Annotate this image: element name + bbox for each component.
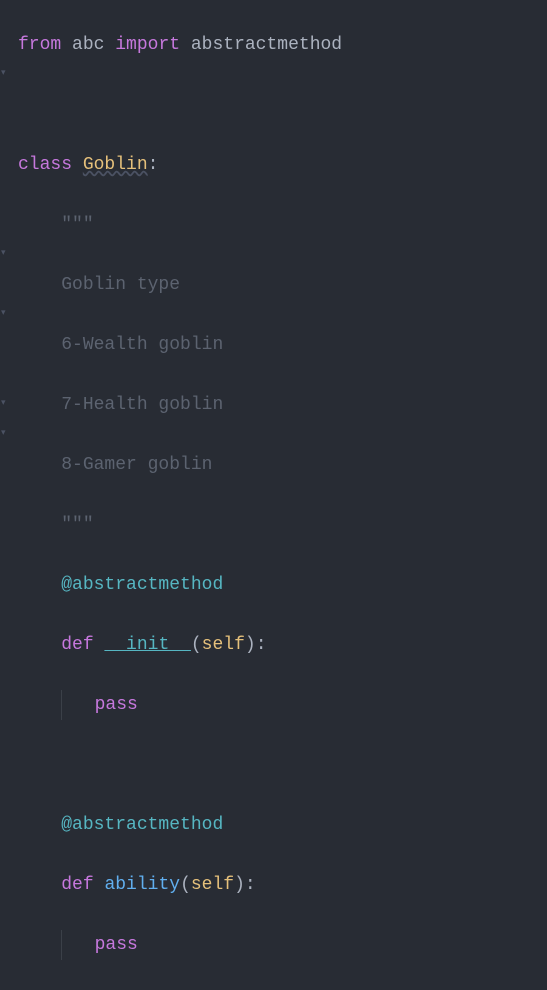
colon: : — [256, 635, 267, 655]
code-line: def __init__(self): — [18, 630, 547, 660]
keyword-def: def — [61, 875, 93, 895]
code-line: from abc import abstractmethod — [18, 30, 547, 60]
docstring-quote: """ — [61, 215, 93, 235]
docstring-text: Goblin type — [61, 275, 180, 295]
code-line — [18, 90, 547, 120]
colon: : — [148, 155, 159, 175]
colon: : — [245, 875, 256, 895]
paren: ) — [245, 635, 256, 655]
code-line: @abstractmethod — [18, 570, 547, 600]
gutter: ▾ ▾ ▾ ▾ ▾ — [0, 0, 10, 500]
docstring-text: 8-Gamer goblin — [61, 455, 212, 475]
paren: ( — [180, 875, 191, 895]
fold-marker-icon[interactable]: ▾ — [1, 429, 9, 437]
code-line — [18, 750, 547, 780]
keyword-import: import — [115, 35, 180, 55]
code-line: def ability(self): — [18, 870, 547, 900]
param-self: self — [202, 635, 245, 655]
keyword-def: def — [61, 635, 93, 655]
code-line: pass — [18, 930, 547, 960]
docstring-text: 6-Wealth goblin — [61, 335, 223, 355]
module-name: abc — [72, 35, 104, 55]
code-line: 7-Health goblin — [18, 390, 547, 420]
docstring-text: 7-Health goblin — [61, 395, 223, 415]
docstring-quote: """ — [61, 515, 93, 535]
decorator: @abstractmethod — [61, 815, 223, 835]
fold-marker-icon[interactable]: ▾ — [1, 309, 9, 317]
indent-guide — [61, 930, 62, 960]
code-line: @abstractmethod — [18, 810, 547, 840]
code-line: """ — [18, 210, 547, 240]
fold-marker-icon[interactable]: ▾ — [1, 249, 9, 257]
class-name: Goblin — [83, 155, 148, 175]
code-line: class Goblin: — [18, 150, 547, 180]
imported-symbol: abstractmethod — [191, 35, 342, 55]
code-line: Goblin type — [18, 270, 547, 300]
fold-marker-icon[interactable]: ▾ — [1, 69, 9, 77]
code-editor[interactable]: from abc import abstractmethod class Gob… — [0, 0, 547, 990]
keyword-from: from — [18, 35, 61, 55]
code-line: 8-Gamer goblin — [18, 450, 547, 480]
keyword-class: class — [18, 155, 72, 175]
code-line: pass — [18, 690, 547, 720]
keyword-pass: pass — [95, 935, 138, 955]
paren: ) — [234, 875, 245, 895]
keyword-pass: pass — [95, 695, 138, 715]
paren: ( — [191, 635, 202, 655]
decorator: @abstractmethod — [61, 575, 223, 595]
indent-guide — [61, 690, 62, 720]
function-name-init: __init__ — [104, 635, 190, 655]
code-line: """ — [18, 510, 547, 540]
function-name: ability — [104, 875, 180, 895]
param-self: self — [191, 875, 234, 895]
fold-marker-icon[interactable]: ▾ — [1, 399, 9, 407]
code-line: 6-Wealth goblin — [18, 330, 547, 360]
